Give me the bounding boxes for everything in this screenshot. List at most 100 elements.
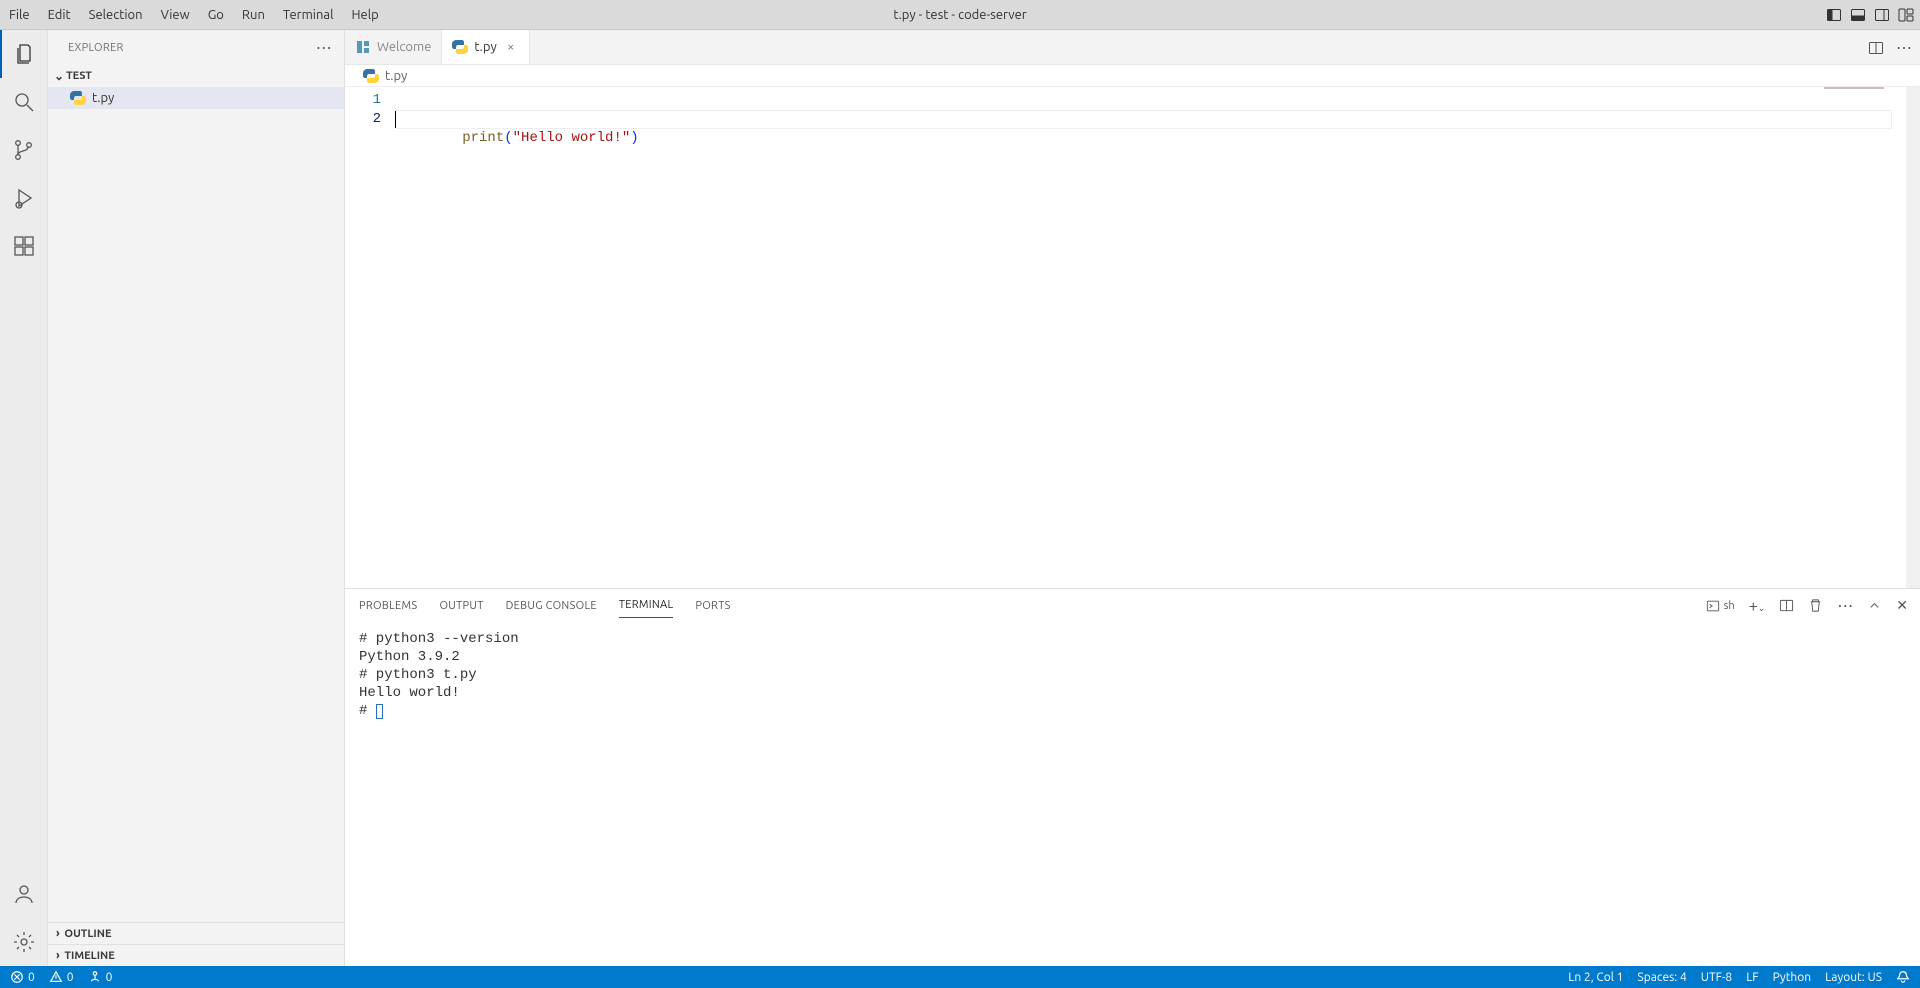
terminal-icon <box>1706 599 1720 613</box>
activity-scm[interactable] <box>0 126 48 174</box>
menu-selection[interactable]: Selection <box>80 0 152 30</box>
tab-welcome[interactable]: Welcome <box>345 30 442 64</box>
error-icon <box>10 970 24 984</box>
line-number: 1 <box>345 91 381 110</box>
file-tree-item[interactable]: t.py <box>48 87 344 109</box>
sidebar-timeline-header[interactable]: › TIMELINE <box>48 944 344 966</box>
new-terminal-icon[interactable]: +⌄ <box>1749 597 1766 615</box>
status-encoding[interactable]: UTF-8 <box>1701 971 1732 984</box>
split-terminal-icon[interactable] <box>1779 598 1794 613</box>
menu-file[interactable]: File <box>0 0 39 30</box>
search-icon <box>12 90 36 114</box>
maximize-panel-icon[interactable] <box>1867 598 1882 613</box>
term-line: Hello world! <box>359 685 460 701</box>
welcome-icon <box>355 39 371 55</box>
status-language[interactable]: Python <box>1773 971 1812 984</box>
sidebar-outline-header[interactable]: › OUTLINE <box>48 922 344 944</box>
term-line: Python 3.9.2 <box>359 649 460 665</box>
sidebar-more-icon[interactable]: ⋯ <box>316 38 332 57</box>
breadcrumbs[interactable]: t.py <box>345 65 1920 87</box>
menu-terminal[interactable]: Terminal <box>274 0 343 30</box>
terminal-cursor <box>376 704 383 719</box>
status-ports[interactable]: 0 <box>88 970 113 984</box>
code-token-paren: ( <box>504 130 512 146</box>
toggle-primary-sidebar-icon[interactable] <box>1826 7 1842 23</box>
editor-vertical-scrollbar[interactable] <box>1906 87 1920 588</box>
bottom-panel: PROBLEMS OUTPUT DEBUG CONSOLE TERMINAL P… <box>345 588 1920 966</box>
menu-go[interactable]: Go <box>199 0 233 30</box>
folder-name: TEST <box>66 70 92 82</box>
line-gutter: 1 2 <box>345 87 395 588</box>
status-bar: 0 0 0 Ln 2, Col 1 Spaces: 4 UTF-8 LF Pyt… <box>0 966 1920 988</box>
kill-terminal-icon[interactable] <box>1808 598 1823 613</box>
code-token-paren: ) <box>630 130 638 146</box>
term-line: # python3 --version <box>359 631 519 647</box>
panel-tab-ports[interactable]: PORTS <box>695 594 730 618</box>
status-ln-col[interactable]: Ln 2, Col 1 <box>1568 971 1623 984</box>
customize-layout-icon[interactable] <box>1898 7 1914 23</box>
window-title: t.py - test - code-server <box>893 8 1026 22</box>
status-spaces[interactable]: Spaces: 4 <box>1637 971 1686 984</box>
status-eol[interactable]: LF <box>1746 971 1758 984</box>
more-actions-icon[interactable]: ⋯ <box>1896 38 1912 57</box>
timeline-label: TIMELINE <box>64 950 114 962</box>
files-icon <box>12 42 36 66</box>
line-number: 2 <box>345 110 381 129</box>
panel-tab-terminal[interactable]: TERMINAL <box>619 593 674 618</box>
menu-view[interactable]: View <box>152 0 199 30</box>
editor-tabs: Welcome t.py × ⋯ <box>345 30 1920 65</box>
menu-help[interactable]: Help <box>342 0 387 30</box>
error-count: 0 <box>28 971 35 984</box>
term-line: # python3 t.py <box>359 667 477 683</box>
close-panel-icon[interactable]: ✕ <box>1896 597 1908 614</box>
code-token-string: "Hello world!" <box>513 130 631 146</box>
editor-area: Welcome t.py × ⋯ t.py 1 2 <box>345 30 1920 966</box>
activity-search[interactable] <box>0 78 48 126</box>
tab-label: t.py <box>474 40 496 54</box>
toggle-panel-icon[interactable] <box>1850 7 1866 23</box>
ports-icon <box>88 970 102 984</box>
status-notifications-icon[interactable] <box>1896 970 1910 984</box>
terminal-output[interactable]: # python3 --version Python 3.9.2 # pytho… <box>345 622 1920 966</box>
outline-label: OUTLINE <box>64 928 111 940</box>
activity-explorer[interactable] <box>0 30 48 78</box>
activity-bar <box>0 30 48 966</box>
tab-t-py[interactable]: t.py × <box>442 30 529 64</box>
menubar: File Edit Selection View Go Run Terminal… <box>0 0 1920 30</box>
shell-label: sh <box>1724 600 1735 612</box>
sidebar: EXPLORER ⋯ ⌄ TEST t.py › OUTLINE › TIMEL… <box>48 30 345 966</box>
status-warnings[interactable]: 0 <box>49 970 74 984</box>
python-file-icon <box>452 39 468 55</box>
toggle-secondary-sidebar-icon[interactable] <box>1874 7 1890 23</box>
panel-tab-output[interactable]: OUTPUT <box>439 594 483 618</box>
warning-icon <box>49 970 63 984</box>
activity-debug[interactable] <box>0 174 48 222</box>
activity-account[interactable] <box>0 870 48 918</box>
tab-label: Welcome <box>377 40 431 54</box>
menu-edit[interactable]: Edit <box>39 0 80 30</box>
panel-tab-debug-console[interactable]: DEBUG CONSOLE <box>506 594 597 618</box>
terminal-shell-select[interactable]: sh <box>1706 599 1735 613</box>
python-file-icon <box>70 90 86 106</box>
chevron-down-icon: ⌄ <box>54 69 64 83</box>
active-line-highlight <box>395 110 1892 129</box>
chevron-right-icon: › <box>56 927 60 940</box>
python-file-icon <box>363 68 379 84</box>
panel-tab-problems[interactable]: PROBLEMS <box>359 594 417 618</box>
menu-run[interactable]: Run <box>233 0 274 30</box>
branch-icon <box>12 138 36 162</box>
text-cursor <box>395 111 396 128</box>
gear-icon <box>12 930 36 954</box>
close-icon[interactable]: × <box>503 40 519 54</box>
ports-count: 0 <box>106 971 113 984</box>
code-token-fn: print <box>462 130 504 146</box>
activity-extensions[interactable] <box>0 222 48 270</box>
code-editor[interactable]: 1 2 print("Hello world!") <box>345 87 1920 588</box>
activity-settings[interactable] <box>0 918 48 966</box>
minimap[interactable] <box>1792 87 1892 588</box>
status-errors[interactable]: 0 <box>10 970 35 984</box>
split-editor-icon[interactable] <box>1868 40 1884 56</box>
status-layout[interactable]: Layout: US <box>1825 971 1882 984</box>
panel-more-icon[interactable]: ⋯ <box>1837 596 1853 615</box>
sidebar-folder-header[interactable]: ⌄ TEST <box>48 65 344 87</box>
